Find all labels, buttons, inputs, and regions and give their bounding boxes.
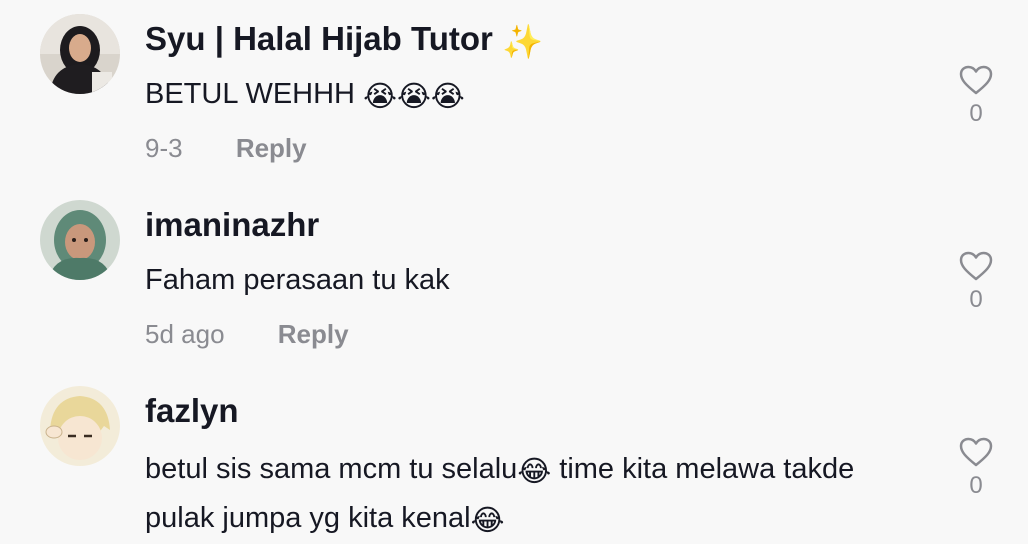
like-count: 0 bbox=[969, 286, 983, 313]
avatar[interactable] bbox=[40, 14, 120, 94]
username-text[interactable]: imaninazhr bbox=[145, 206, 319, 243]
like-button[interactable]: 0 bbox=[952, 436, 1000, 500]
crying-face-icon: 😭😭😭 bbox=[363, 81, 465, 113]
heart-icon[interactable] bbox=[958, 436, 994, 468]
username-text[interactable]: fazlyn bbox=[145, 392, 239, 429]
comment-text-body: betul sis sama mcm tu selalu bbox=[145, 453, 518, 485]
comment-text: BETUL WEHHH 😭😭😭 bbox=[145, 74, 925, 117]
like-count: 0 bbox=[969, 100, 983, 127]
username-text[interactable]: Syu | Halal Hijab Tutor bbox=[145, 20, 493, 57]
comment-text-body: time kita melawa takde bbox=[551, 453, 855, 485]
comment-text: Faham perasaan tu kak bbox=[145, 260, 925, 300]
timestamp: 9-3 bbox=[145, 133, 183, 163]
avatar[interactable] bbox=[40, 200, 120, 280]
like-button[interactable]: 0 bbox=[952, 250, 1000, 314]
laughing-face-icon: 😂 bbox=[470, 505, 505, 537]
comment-text-body: pulak jumpa yg kita kenal bbox=[145, 502, 471, 534]
heart-icon[interactable] bbox=[958, 64, 994, 96]
avatar[interactable] bbox=[40, 386, 120, 466]
comment-text-body: BETUL WEHHH bbox=[145, 78, 364, 110]
username[interactable]: imaninazhr bbox=[145, 205, 319, 245]
timestamp: 5d ago bbox=[145, 319, 225, 349]
username[interactable]: Syu | Halal Hijab Tutor ✨ bbox=[145, 19, 543, 62]
heart-icon[interactable] bbox=[958, 250, 994, 282]
sparkles-icon: ✨ bbox=[502, 23, 544, 60]
reply-button[interactable]: Reply bbox=[278, 319, 349, 349]
laughing-face-icon: 😂 bbox=[517, 456, 552, 488]
comment-text: betul sis sama mcm tu selalu😂 time kita … bbox=[145, 446, 925, 544]
reply-button[interactable]: Reply bbox=[236, 133, 307, 163]
like-button[interactable]: 0 bbox=[952, 64, 1000, 128]
like-count: 0 bbox=[969, 472, 983, 499]
comment-meta: 5d ago Reply bbox=[145, 318, 349, 350]
comment-meta: 9-3 Reply bbox=[145, 132, 307, 164]
comment-text-body: Faham perasaan tu kak bbox=[145, 264, 450, 296]
username[interactable]: fazlyn bbox=[145, 391, 239, 431]
